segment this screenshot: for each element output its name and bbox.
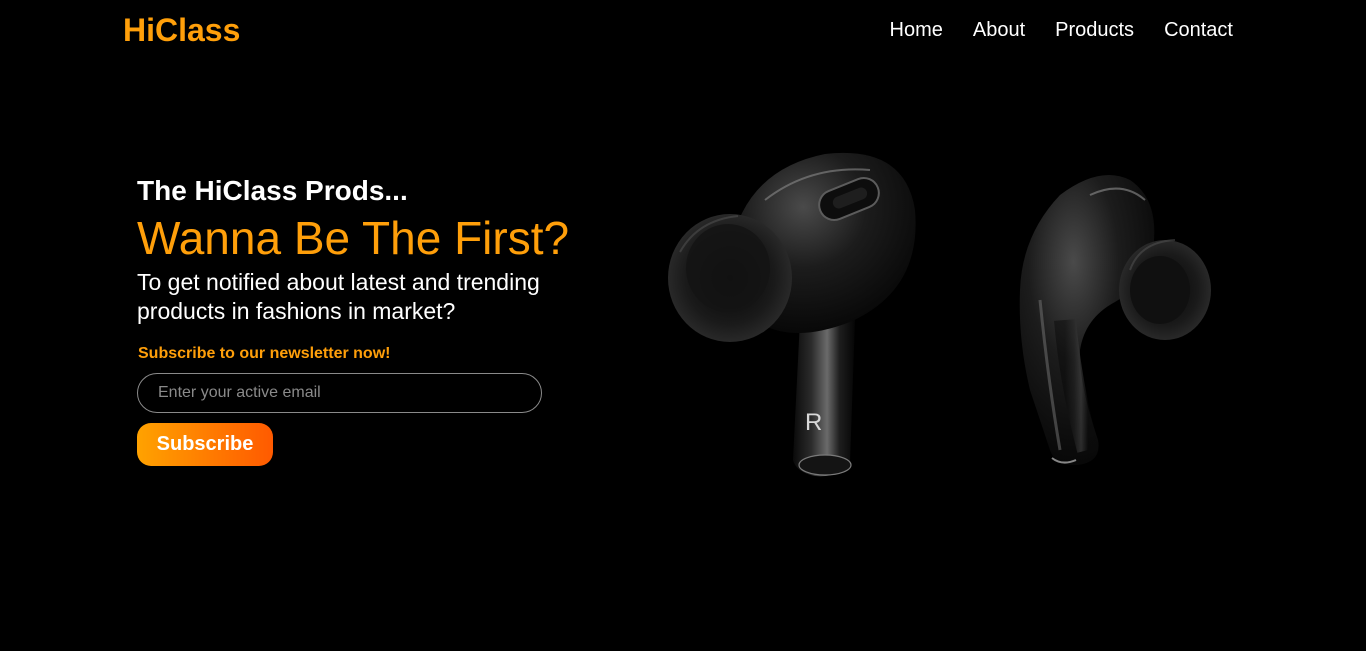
main-nav: Home About Products Contact xyxy=(890,18,1234,42)
subscribe-button[interactable]: Subscribe xyxy=(137,423,273,466)
hero-description: To get notified about latest and trendin… xyxy=(137,269,540,324)
nav-link-products[interactable]: Products xyxy=(1055,18,1134,42)
newsletter-label: Subscribe to our newsletter now! xyxy=(138,345,391,362)
hero-subtitle: The HiClass Prods... xyxy=(137,175,408,206)
earbuds-product-image: R xyxy=(660,140,1230,490)
nav-link-contact[interactable]: Contact xyxy=(1164,18,1233,42)
nav-link-about[interactable]: About xyxy=(973,18,1025,42)
earbuds-illustration: R xyxy=(668,152,1211,477)
email-input[interactable] xyxy=(137,373,542,413)
right-earbud: R xyxy=(668,152,916,477)
brand-logo[interactable]: HiClass xyxy=(123,10,240,50)
nav-link-home[interactable]: Home xyxy=(890,18,943,42)
hero-headline: Wanna Be The First? xyxy=(137,212,570,264)
landing-page: HiClass Home About Products Contact The … xyxy=(0,0,1366,651)
hero-section: The HiClass Prods... Wanna Be The First?… xyxy=(137,174,637,466)
left-earbud xyxy=(1019,175,1211,466)
right-bud-letter: R xyxy=(805,409,822,436)
